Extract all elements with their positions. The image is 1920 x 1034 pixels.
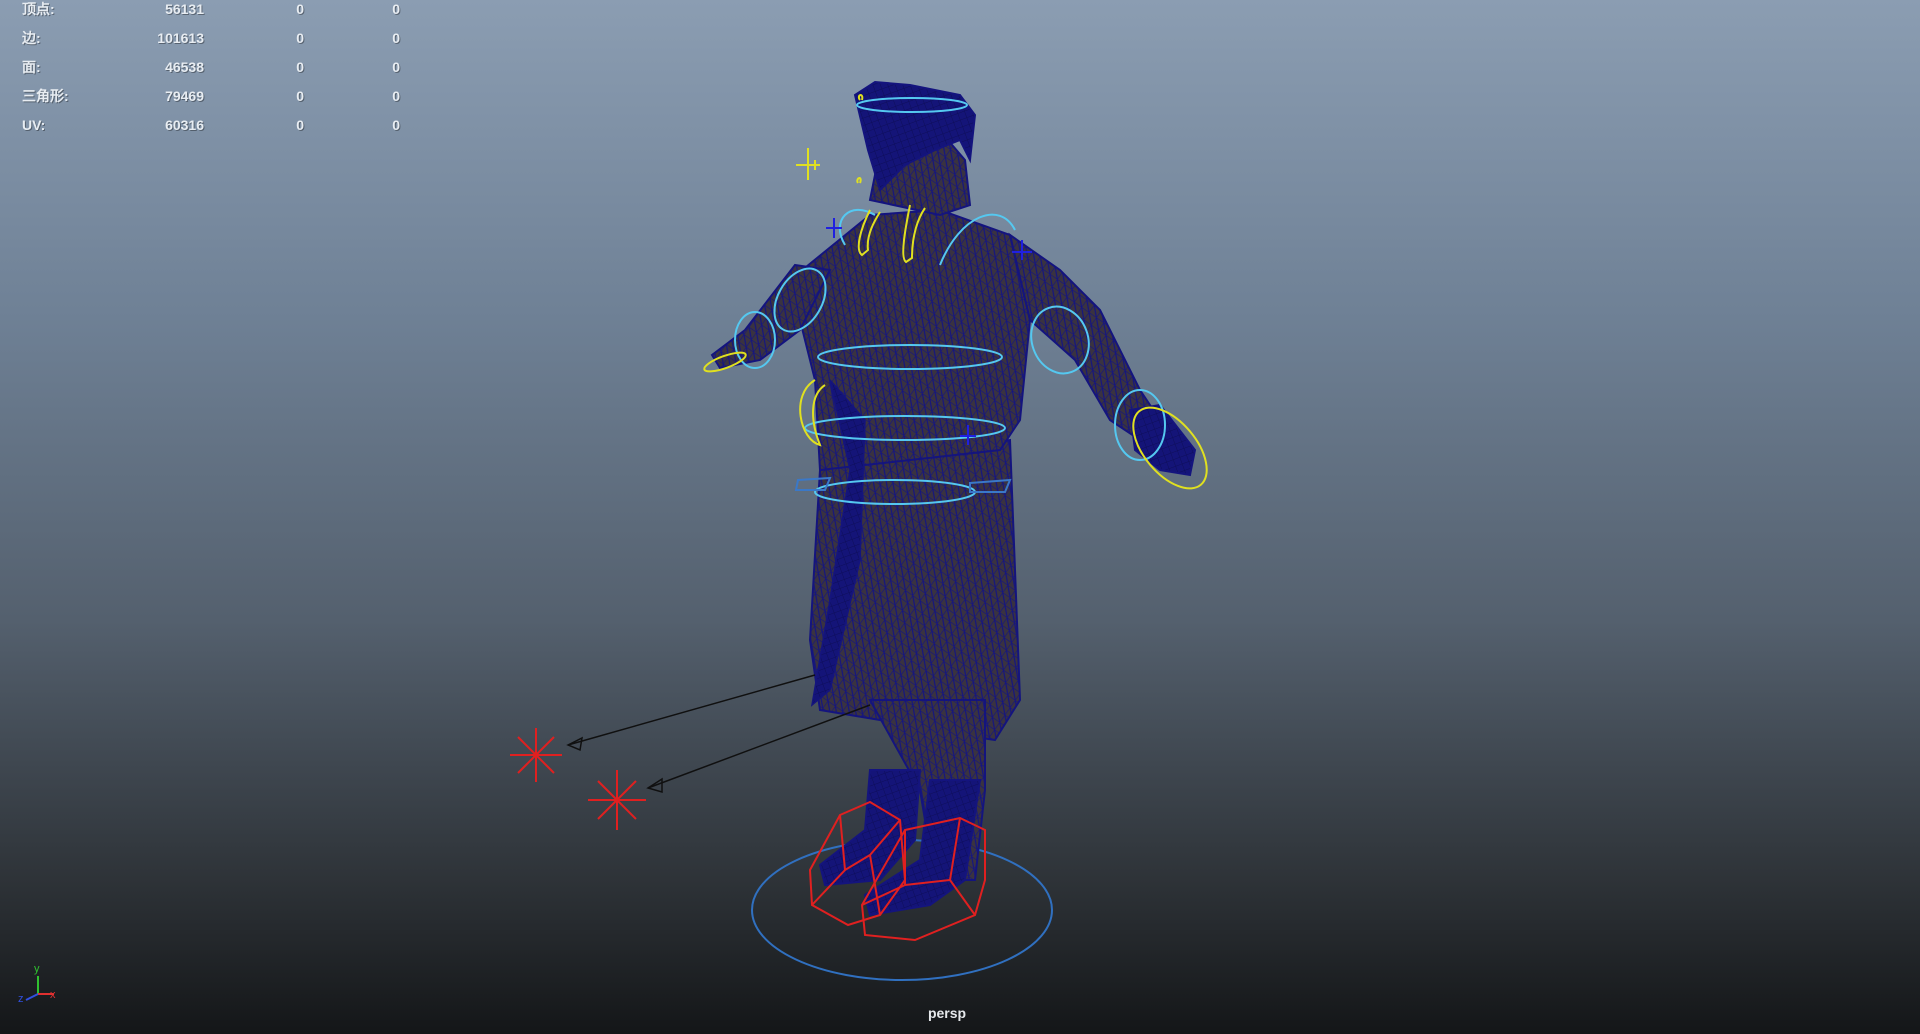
camera-name-label: persp — [927, 1005, 967, 1021]
hud-row-triangles: 三角形: 79469 0 0 — [22, 87, 402, 116]
hud-value-component: 0 — [392, 30, 400, 46]
axis-gizmo: y x z — [18, 963, 56, 1005]
neck-ik-control — [856, 177, 862, 184]
character-mesh[interactable] — [710, 80, 1197, 917]
hud-value-component: 0 — [392, 117, 400, 133]
knee-pole-left-locator — [510, 728, 562, 782]
hud-label: 顶点: — [22, 1, 55, 17]
hud-row-edges: 边: 101613 0 0 — [22, 29, 402, 58]
hud-value-scene: 46538 — [165, 59, 204, 75]
hud-label: 面: — [22, 59, 41, 75]
hud-value-component: 0 — [392, 59, 400, 75]
scene-canvas[interactable]: y x z — [0, 0, 1920, 1034]
axis-x-label: x — [50, 989, 56, 1001]
pole-vector-head — [796, 148, 820, 180]
hud-row-uvs: UV: 60316 0 0 — [22, 116, 402, 145]
hud-row-faces: 面: 46538 0 0 — [22, 58, 402, 87]
hud-value-scene: 79469 — [165, 88, 204, 104]
hud-row-vertices: 顶点: 56131 0 0 — [22, 0, 402, 29]
hud-label: 三角形: — [22, 88, 69, 104]
hud-value-selected: 0 — [296, 30, 304, 46]
axis-z-label: z — [18, 993, 24, 1005]
hud-value-selected: 0 — [296, 1, 304, 17]
poly-count-hud: 顶点: 56131 0 0 边: 101613 0 0 面: 46538 0 0… — [22, 0, 402, 145]
hud-value-scene: 56131 — [165, 1, 204, 17]
knee-pole-right-locator — [588, 770, 646, 830]
hud-label: 边: — [22, 30, 41, 46]
hud-value-component: 0 — [392, 88, 400, 104]
hud-value-scene: 101613 — [157, 30, 204, 46]
hud-value-selected: 0 — [296, 117, 304, 133]
hud-label: UV: — [22, 117, 46, 133]
hud-value-component: 0 — [392, 1, 400, 17]
axis-y-label: y — [34, 963, 40, 975]
viewport-persp[interactable]: y x z 顶点: 56131 0 0 边: 101613 0 0 面: 465… — [0, 0, 1920, 1034]
hud-value-scene: 60316 — [165, 117, 204, 133]
hud-value-selected: 0 — [296, 59, 304, 75]
hud-value-selected: 0 — [296, 88, 304, 104]
